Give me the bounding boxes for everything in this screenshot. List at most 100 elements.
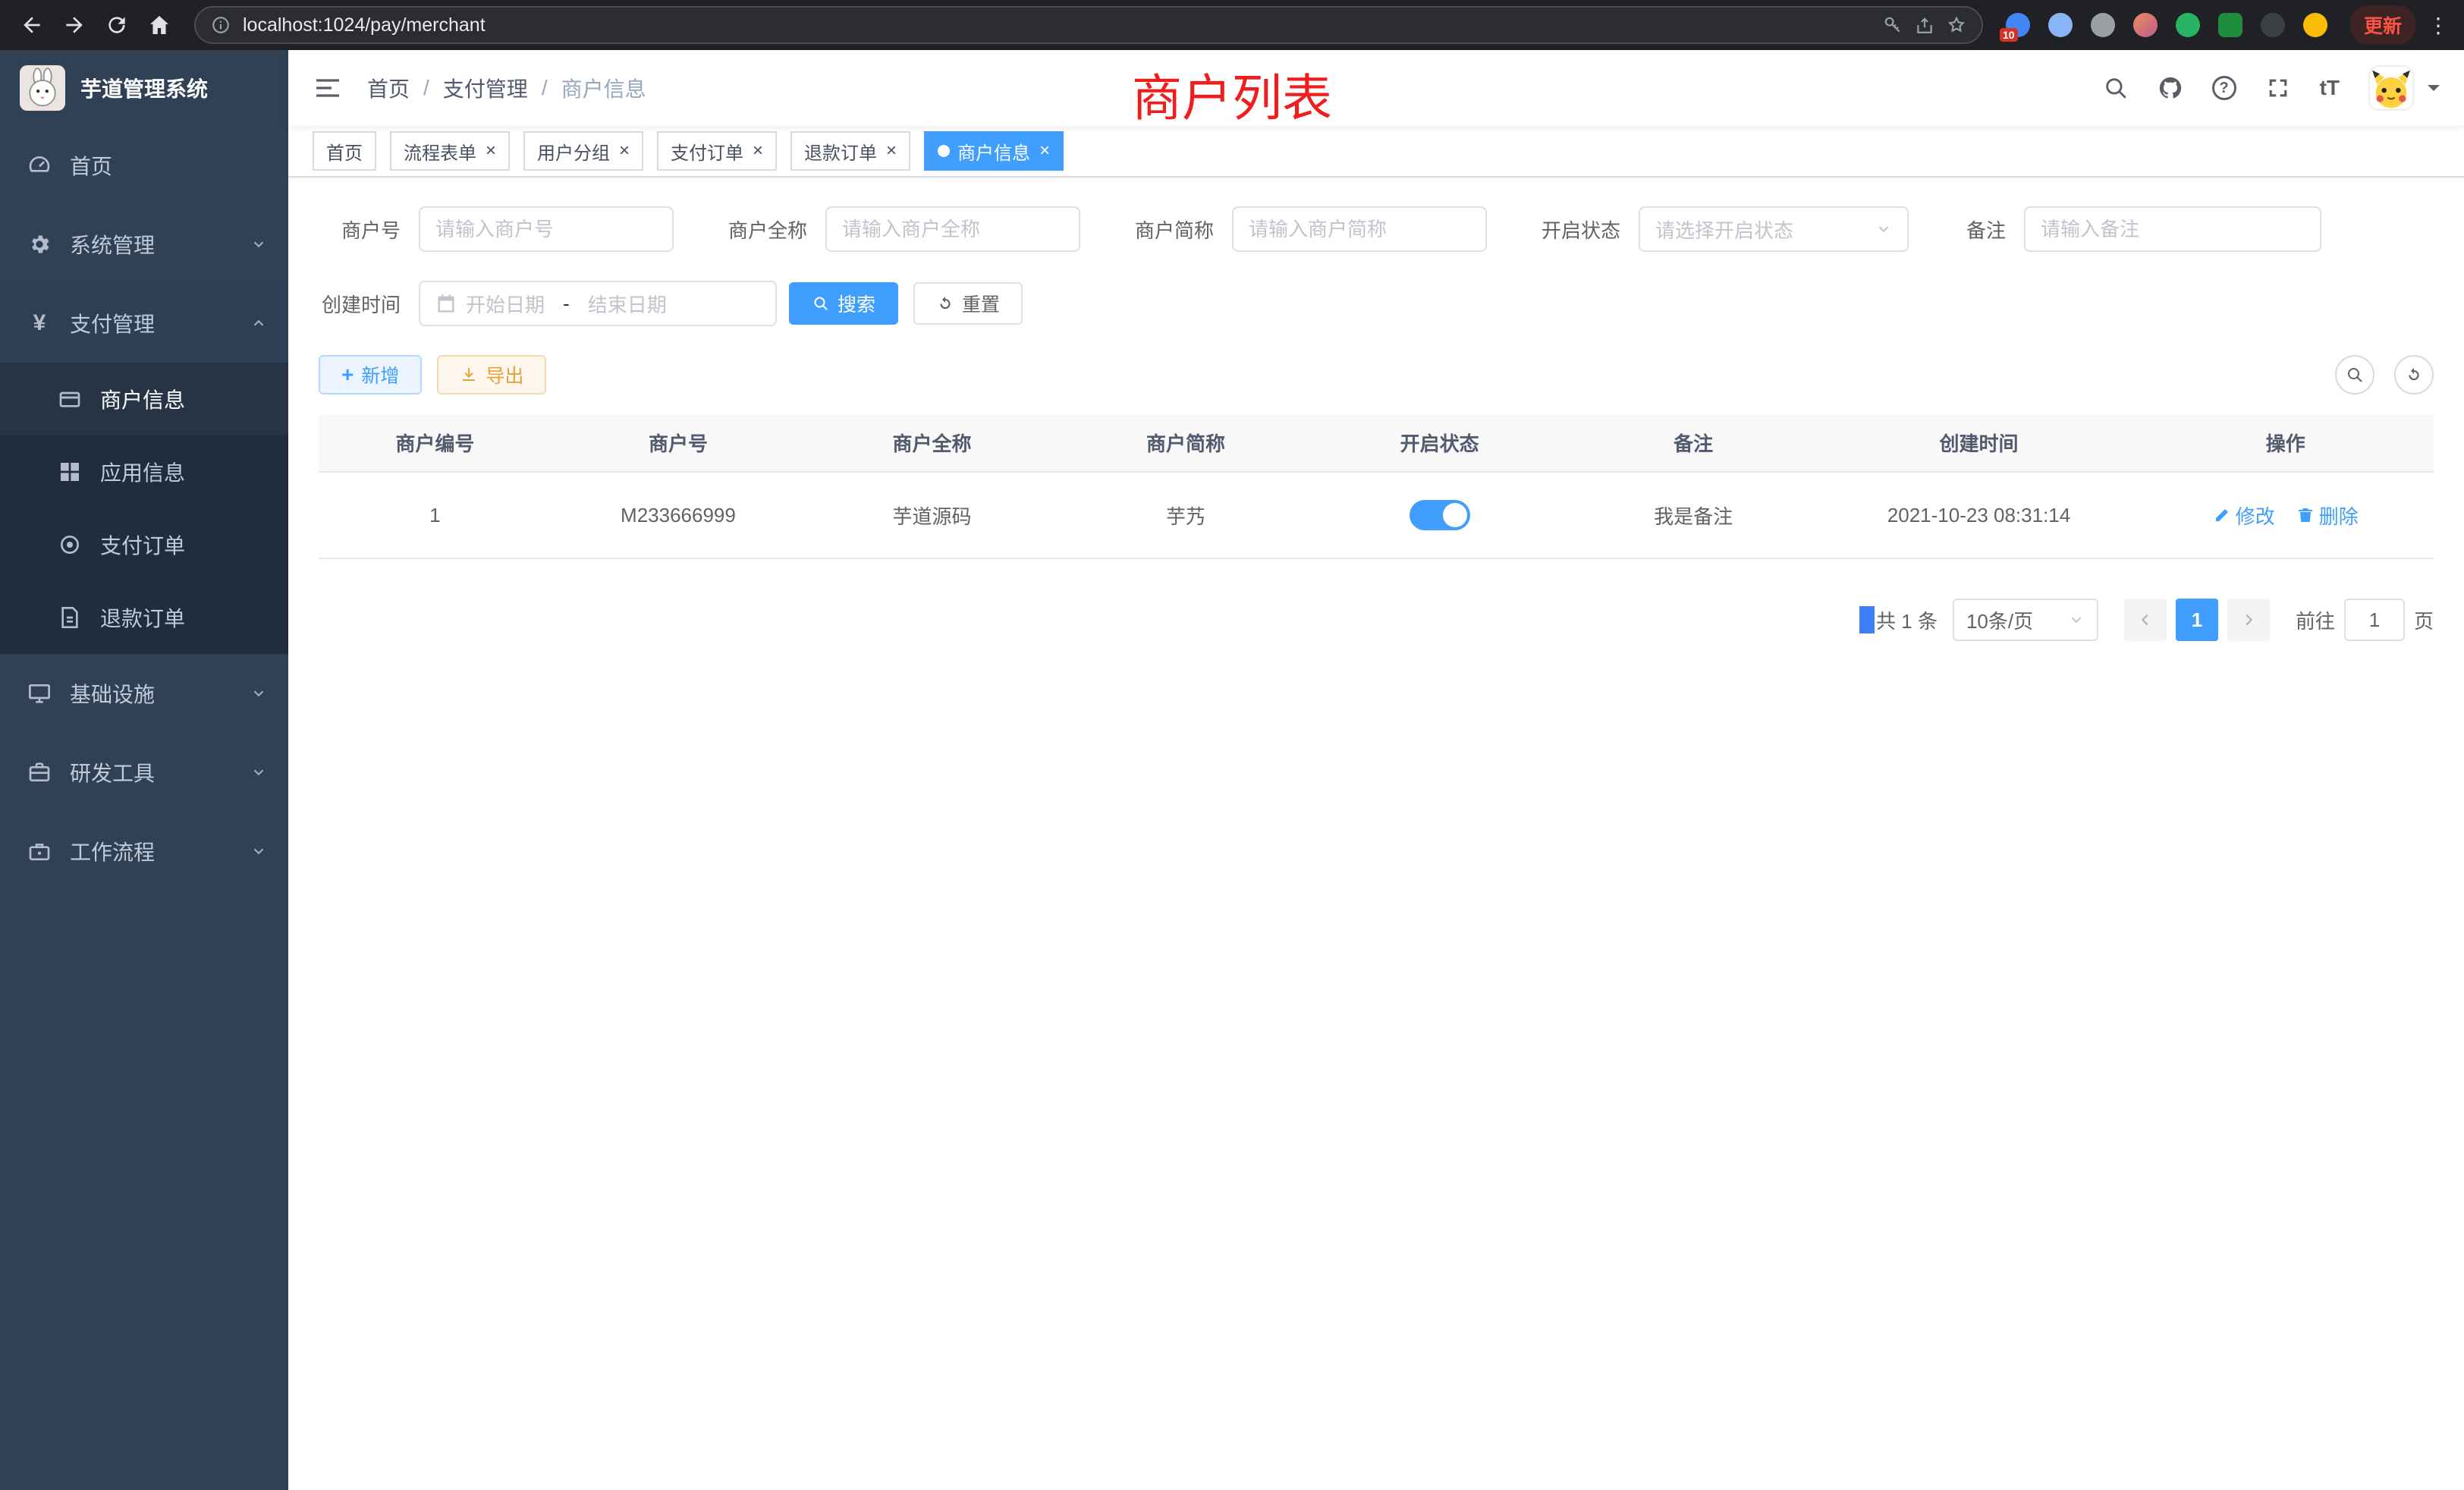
- sidebar-item-pay-order[interactable]: 支付订单: [0, 508, 288, 581]
- url-bar[interactable]: localhost:1024/pay/merchant: [194, 6, 1983, 44]
- delete-link[interactable]: 删除: [2296, 501, 2359, 530]
- annotation-overlay: 商户列表: [1132, 58, 1332, 130]
- sidebar-item-app-info[interactable]: 应用信息: [0, 435, 288, 508]
- github-icon[interactable]: [2158, 75, 2183, 101]
- sidebar-item-label: 商户信息: [100, 384, 185, 414]
- merchant-name-input[interactable]: [842, 218, 1064, 241]
- breadcrumb-separator: /: [423, 76, 429, 100]
- sidebar-item-infrastructure[interactable]: 基础设施: [0, 654, 288, 733]
- hamburger-icon[interactable]: [313, 73, 343, 103]
- table-header-row: 商户编号 商户号 商户全称 商户简称 开启状态 备注 创建时间 操作: [319, 414, 2434, 472]
- extension-icon-2[interactable]: [2048, 13, 2073, 37]
- filter-merchant-no: 商户号: [319, 206, 674, 252]
- search-icon[interactable]: [2103, 75, 2129, 101]
- tab-refund-order[interactable]: 退款订单×: [790, 131, 910, 171]
- sidebar-item-refund-order[interactable]: 退款订单: [0, 581, 288, 654]
- tab-merchant-info[interactable]: 商户信息×: [924, 131, 1064, 171]
- close-icon[interactable]: ×: [886, 142, 897, 160]
- edit-link[interactable]: 修改: [2213, 501, 2275, 530]
- navbar: 首页 / 支付管理 / 商户信息 ? tT: [288, 50, 2464, 126]
- column-header: 操作: [2138, 414, 2434, 472]
- tab-process-form[interactable]: 流程表单×: [390, 131, 510, 171]
- breadcrumb-payment[interactable]: 支付管理: [443, 73, 528, 103]
- fullscreen-icon[interactable]: [2265, 75, 2291, 101]
- refresh-icon[interactable]: [2394, 355, 2434, 395]
- add-button-label: 新增: [361, 361, 399, 388]
- calendar-icon: [435, 293, 457, 314]
- gear-icon: [27, 232, 52, 256]
- column-header: 创建时间: [1820, 414, 2137, 472]
- forward-icon[interactable]: [55, 5, 94, 45]
- tab-user-group[interactable]: 用户分组×: [523, 131, 643, 171]
- share-icon[interactable]: [1915, 15, 1934, 35]
- caret-down-icon[interactable]: [2428, 85, 2440, 97]
- extension-icon-3[interactable]: [2091, 13, 2115, 37]
- sidebar-item-merchant-info[interactable]: 商户信息: [0, 363, 288, 435]
- merchant-no-input[interactable]: [435, 218, 657, 241]
- close-icon[interactable]: ×: [486, 142, 496, 160]
- cell-remark: 我是备注: [1567, 472, 1821, 558]
- page-number-button[interactable]: 1: [2176, 599, 2218, 641]
- target-icon: [58, 533, 82, 557]
- page-unit-label: 页: [2414, 606, 2434, 634]
- browser-menu-icon[interactable]: ⋮: [2425, 13, 2452, 38]
- sidebar-item-dev-tools[interactable]: 研发工具: [0, 733, 288, 812]
- filter-merchant-name: 商户全称: [707, 206, 1080, 252]
- avatar[interactable]: [2368, 65, 2414, 111]
- add-button[interactable]: + 新增: [319, 355, 422, 395]
- url-text[interactable]: localhost:1024/pay/merchant: [243, 14, 1871, 36]
- home-icon[interactable]: [140, 5, 179, 45]
- tab-pay-order[interactable]: 支付订单 ×: [657, 131, 777, 171]
- toggle-search-icon[interactable]: [2335, 355, 2374, 395]
- page-content: 商户号 商户全称 商户简称 开启状态 请选择开启状态: [288, 178, 2464, 1490]
- sidebar-item-label: 支付管理: [70, 308, 155, 338]
- close-icon[interactable]: ×: [1039, 142, 1050, 160]
- chevron-down-icon: [1875, 221, 1892, 237]
- bookmark-star-icon[interactable]: [1947, 15, 1966, 35]
- tab-home[interactable]: 首页: [313, 131, 376, 171]
- close-icon[interactable]: ×: [753, 142, 763, 160]
- sidebar-item-system[interactable]: 系统管理: [0, 205, 288, 284]
- sidebar-item-workflow[interactable]: 工作流程: [0, 812, 288, 891]
- goto-page-input[interactable]: [2344, 599, 2405, 641]
- back-icon[interactable]: [12, 5, 52, 45]
- next-page-button[interactable]: [2227, 599, 2270, 641]
- merchant-short-input[interactable]: [1249, 218, 1470, 241]
- font-size-icon[interactable]: tT: [2320, 76, 2340, 100]
- sidebar-item-payment[interactable]: ¥ 支付管理: [0, 284, 288, 363]
- rabbit-logo-icon: [20, 65, 65, 111]
- extension-icon-8[interactable]: [2303, 13, 2327, 37]
- pagination: 共 1 条 10条/页 1 前往 页: [319, 599, 2434, 641]
- date-range-picker[interactable]: 开始日期 - 结束日期: [419, 281, 777, 326]
- reset-button[interactable]: 重置: [913, 282, 1023, 325]
- sidebar-item-label: 研发工具: [70, 757, 155, 787]
- key-icon[interactable]: [1883, 15, 1903, 35]
- extension-icon-7[interactable]: [2261, 13, 2285, 37]
- status-select[interactable]: 请选择开启状态: [1639, 206, 1909, 252]
- sidebar-item-home[interactable]: 首页: [0, 126, 288, 205]
- export-button[interactable]: 导出: [437, 355, 546, 395]
- field-label: 备注: [1942, 215, 2024, 244]
- goto-label: 前往: [2296, 606, 2335, 634]
- site-info-icon[interactable]: [211, 15, 231, 35]
- tab-label: 支付订单: [671, 138, 743, 165]
- prev-page-button[interactable]: [2124, 599, 2167, 641]
- sidebar: 芋道管理系统 首页 系统管理 ¥ 支付管理 商户信息: [0, 50, 288, 1490]
- reload-icon[interactable]: [97, 5, 137, 45]
- extension-icon-1[interactable]: 10: [2006, 13, 2030, 37]
- remark-input[interactable]: [2041, 218, 2305, 241]
- yen-icon: ¥: [27, 310, 52, 336]
- sidebar-item-label: 应用信息: [100, 457, 185, 487]
- app-logo[interactable]: 芋道管理系统: [0, 50, 288, 126]
- extension-icon-5[interactable]: [2176, 13, 2200, 37]
- close-icon[interactable]: ×: [619, 142, 630, 160]
- status-toggle[interactable]: [1410, 500, 1470, 530]
- extension-icon-6[interactable]: [2218, 13, 2242, 37]
- breadcrumb-separator: /: [542, 76, 548, 100]
- help-icon[interactable]: ?: [2212, 76, 2236, 100]
- extension-icon-4[interactable]: [2133, 13, 2158, 37]
- browser-update-button[interactable]: 更新: [2350, 5, 2415, 45]
- search-button[interactable]: 搜索: [789, 282, 898, 325]
- page-size-select[interactable]: 10条/页: [1953, 599, 2098, 641]
- breadcrumb-home[interactable]: 首页: [367, 73, 410, 103]
